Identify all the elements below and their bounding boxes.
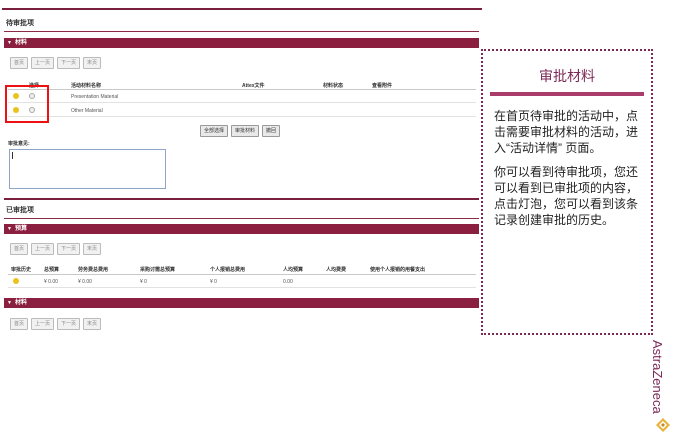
total-budget-value: ¥ 0.00 (44, 279, 58, 285)
pager-last-button[interactable]: 末页 (83, 243, 102, 255)
collapse-triangle-icon: ▼ (7, 300, 12, 306)
callout-paragraph-2: 你可以看到待审批项，您还可以看到已审批项的内容，点击灯泡，您可以看到该条记录创建… (494, 165, 639, 227)
callout-rule (490, 92, 644, 96)
withdraw-button[interactable]: 撤回 (262, 125, 281, 137)
per-capita-budget-value: 0.00 (283, 279, 293, 285)
collapse-triangle-icon: ▼ (7, 226, 12, 232)
callout-panel: 审批材料 在首页待审批的活动中，点击需要审批材料的活动，进入“活动详情” 页面。… (481, 49, 653, 335)
brand-logo: AstraZeneca (650, 340, 677, 440)
highlight-box (5, 85, 49, 123)
comment-label: 审批意见: (8, 141, 30, 147)
row-divider (8, 287, 476, 288)
labor-cost-value: ¥ 0.00 (78, 279, 92, 285)
approved-materials-bar-label: 材料 (14, 300, 27, 306)
header-rule (8, 274, 476, 275)
text-caret (12, 152, 13, 159)
pending-actions: 全部选择 审批材料 撤回 (200, 125, 281, 137)
pager-first-button[interactable]: 首页 (10, 318, 29, 330)
pager-prev-button[interactable]: 上一页 (31, 57, 55, 69)
pager-prev-button[interactable]: 上一页 (31, 318, 55, 330)
col-per-capita-cost: 人均费费 (326, 267, 347, 273)
budget-bar-label: 预算 (14, 226, 27, 232)
personal-reimburse-value: ¥ 0 (210, 279, 217, 285)
col-labor-cost: 劳务费总费用 (78, 267, 109, 273)
col-view-attachment: 查看附件 (372, 83, 393, 89)
pending-section-title: 待审批项 (6, 20, 34, 27)
pending-section-rule (4, 31, 479, 32)
header-rule (8, 89, 476, 90)
approved-materials-bar[interactable]: ▼ 材料 (4, 298, 479, 308)
col-total-budget: 总预算 (44, 267, 60, 273)
materials-bar-label: 材料 (14, 40, 27, 46)
select-all-button[interactable]: 全部选择 (200, 125, 229, 137)
row-divider (8, 102, 476, 103)
pager-next-button[interactable]: 下一页 (57, 57, 81, 69)
pager-first-button[interactable]: 首页 (10, 57, 29, 69)
pager-first-button[interactable]: 首页 (10, 243, 29, 255)
pager-prev-button[interactable]: 上一页 (31, 243, 55, 255)
approved-section-top-rule (4, 198, 479, 200)
materials-bar[interactable]: ▼ 材料 (4, 38, 479, 48)
pending-pager: 首页 上一页 下一页 末页 (10, 57, 102, 69)
col-per-capita-budget: 人均预算 (283, 267, 304, 273)
approve-material-button[interactable]: 审批材料 (231, 125, 260, 137)
pager-next-button[interactable]: 下一页 (57, 318, 81, 330)
col-material-name: 活动材料名称 (71, 83, 102, 89)
top-divider (2, 8, 482, 10)
lightbulb-icon[interactable] (13, 278, 19, 284)
budget-bar[interactable]: ▼ 预算 (4, 224, 479, 234)
comment-textarea[interactable] (9, 149, 166, 189)
approved-pager: 首页 上一页 下一页 末页 (10, 243, 102, 255)
procurement-budget-value: ¥ 0 (140, 279, 147, 285)
col-attex-file: Attex文件 (242, 83, 265, 89)
col-meal-expense: 使用个人报销的用餐支出 (370, 267, 426, 273)
col-approval-history: 审批历史 (11, 267, 32, 273)
pager-next-button[interactable]: 下一页 (57, 243, 81, 255)
approved-section-rule (4, 218, 479, 219)
callout-title: 审批材料 (539, 68, 595, 84)
approved-materials-pager: 首页 上一页 下一页 末页 (10, 318, 102, 330)
brand-name: AstraZeneca (650, 340, 665, 414)
approved-section-title: 已审批项 (6, 207, 34, 214)
col-personal-reimburse: 个人报销总费用 (210, 267, 246, 273)
col-procurement-budget: 采购讨需总预算 (140, 267, 176, 273)
row-divider (8, 116, 476, 117)
material-row-name: Other Material (71, 108, 103, 114)
material-row-name: Presentation Material (71, 94, 119, 100)
callout-paragraph-1: 在首页待审批的活动中，点击需要审批材料的活动，进入“活动详情” 页面。 (494, 109, 639, 155)
brand-mark-icon (656, 418, 670, 432)
pager-last-button[interactable]: 末页 (83, 57, 102, 69)
collapse-triangle-icon: ▼ (7, 40, 12, 46)
col-material-status: 材料状态 (323, 83, 344, 89)
pager-last-button[interactable]: 末页 (83, 318, 102, 330)
